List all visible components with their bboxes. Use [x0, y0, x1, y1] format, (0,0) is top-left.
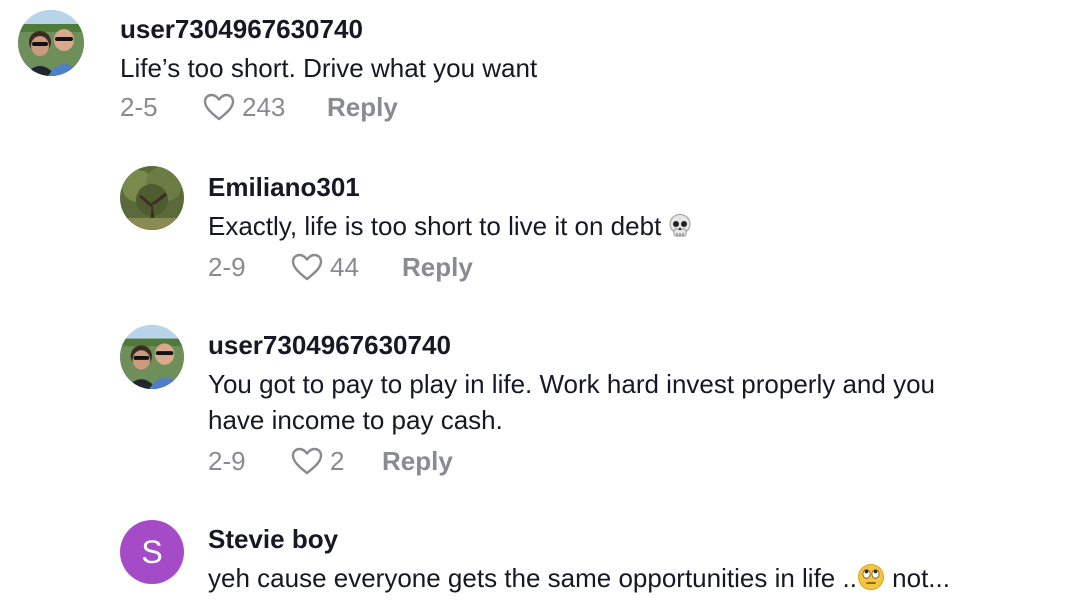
heart-icon[interactable]	[202, 92, 236, 122]
comment-date: 2-9	[208, 445, 246, 476]
comment-date: 2-9	[208, 251, 246, 282]
heart-icon[interactable]	[290, 446, 324, 476]
couple-photo-avatar-icon	[18, 10, 84, 76]
like-count: 243	[242, 91, 286, 122]
avatar[interactable]: S	[120, 520, 184, 584]
comment-4: S Stevie boy yeh cause everyone gets the…	[0, 500, 1082, 608]
comment-date: 2-5	[120, 91, 158, 122]
comment-username[interactable]: Stevie boy	[208, 524, 338, 555]
avatar-letter: S	[141, 533, 163, 570]
reply-button[interactable]: Reply	[402, 252, 473, 283]
rolling-eyes-emoji-icon	[857, 564, 884, 590]
like-button[interactable]: 2	[290, 446, 382, 477]
avatar[interactable]	[120, 166, 184, 230]
reply-button[interactable]: Reply	[382, 446, 453, 477]
comment-username[interactable]: user7304967630740	[120, 14, 363, 45]
comment-text-content: Exactly, life is too short to live it on…	[208, 211, 662, 241]
comment-text: yeh cause everyone gets the same opportu…	[208, 560, 950, 596]
like-count: 44	[330, 251, 359, 282]
reply-button[interactable]: Reply	[327, 92, 398, 123]
comment-username[interactable]: user7304967630740	[208, 330, 451, 361]
comment-text: You got to pay to play in life. Work har…	[208, 366, 935, 438]
comment-2: Emiliano301 Exactly, life is too short t…	[0, 140, 1082, 300]
comment-text: Exactly, life is too short to live it on…	[208, 208, 693, 244]
comment-3: user7304967630740 You got to pay to play…	[0, 300, 1082, 500]
avatar[interactable]	[120, 325, 184, 389]
like-button[interactable]: 243	[202, 92, 327, 123]
avatar[interactable]	[18, 10, 84, 76]
comment-text-truncated: not...	[884, 563, 950, 593]
like-button[interactable]: 44	[290, 252, 402, 283]
like-count: 2	[330, 445, 345, 476]
comment-username[interactable]: Emiliano301	[208, 172, 360, 203]
comment-text: Life’s too short. Drive what you want	[120, 53, 538, 83]
comment-meta: 2-9 44 Reply	[208, 250, 473, 284]
comment-text-line: You got to pay to play in life. Work har…	[208, 369, 935, 399]
comment-text-line: have income to pay cash.	[208, 405, 503, 435]
comment-meta: 2-5 243 Reply	[120, 90, 398, 124]
skull-emoji-icon	[669, 214, 691, 237]
couple-photo-avatar-icon	[120, 325, 184, 389]
comment-meta: 2-9 2 Reply	[208, 444, 453, 478]
tree-photo-avatar-icon	[120, 166, 184, 230]
heart-icon[interactable]	[290, 252, 324, 282]
comment-text-content: yeh cause everyone gets the same opportu…	[208, 563, 857, 593]
comment-1: user7304967630740 Life’s too short. Driv…	[0, 0, 1082, 140]
